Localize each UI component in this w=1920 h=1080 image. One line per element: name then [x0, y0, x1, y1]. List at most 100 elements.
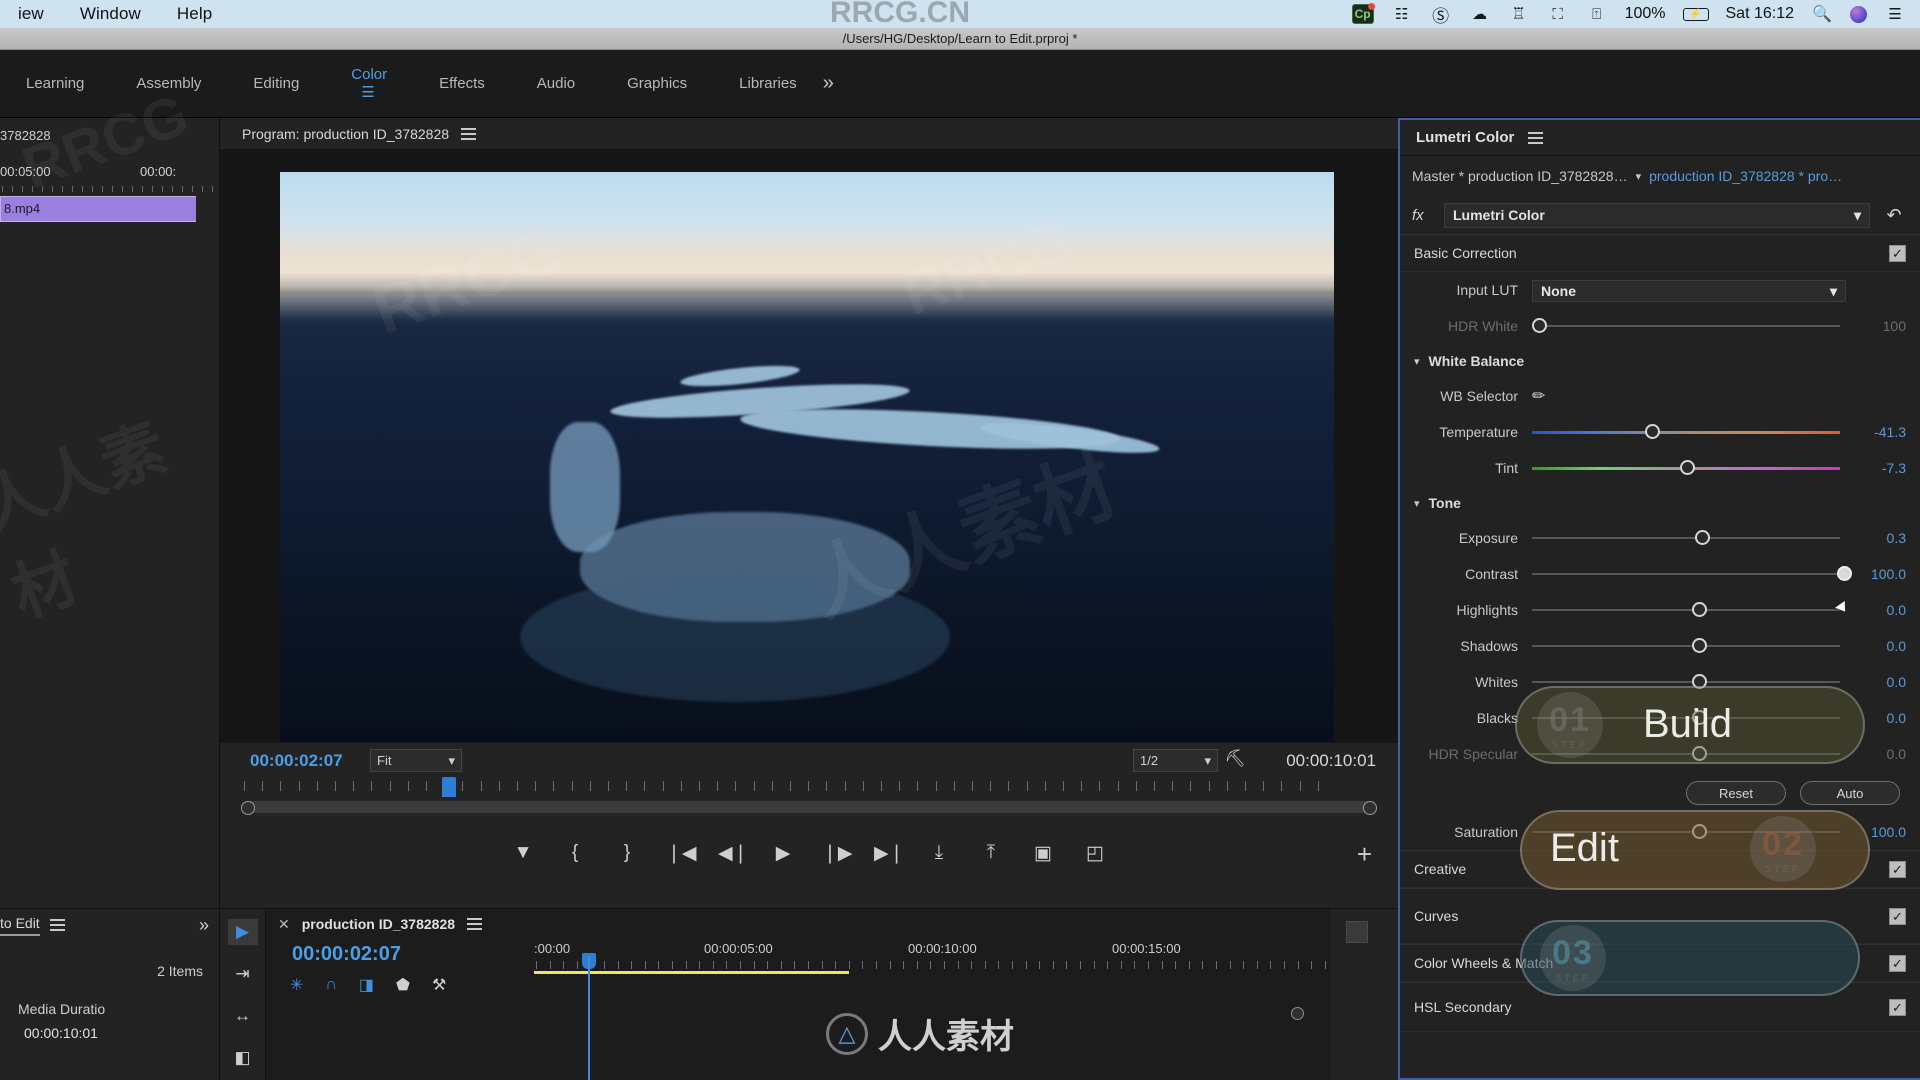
- siri-icon[interactable]: [1850, 5, 1867, 23]
- chevron-down-icon[interactable]: ▾: [1636, 170, 1642, 183]
- panel-menu-icon[interactable]: [461, 125, 477, 143]
- program-zoom-bar[interactable]: [241, 801, 1377, 815]
- export-frame-button[interactable]: ▣: [1030, 842, 1056, 865]
- selection-tool[interactable]: ▶: [227, 919, 258, 945]
- menu-view[interactable]: iew: [0, 4, 62, 24]
- reset-icon[interactable]: ↶: [1880, 205, 1908, 226]
- extract-button[interactable]: ⤒: [978, 842, 1004, 864]
- wb-selector-control[interactable]: ✏: [1532, 386, 1846, 406]
- zoom-level-select[interactable]: Fit ▾: [370, 749, 462, 772]
- timeline-settings-icon[interactable]: ⚒: [432, 975, 446, 995]
- saturation-value[interactable]: 100.0: [1846, 824, 1906, 840]
- hdr-white-value[interactable]: 100: [1846, 318, 1906, 334]
- marker-toggle[interactable]: ⬟: [396, 975, 410, 995]
- subsection-white-balance[interactable]: ▾ White Balance: [1400, 344, 1920, 378]
- temperature-slider[interactable]: [1532, 422, 1846, 442]
- timeline-ruler[interactable]: :00:00 00:00:05:00 00:00:10:00 00:00:15:…: [534, 941, 1340, 971]
- eyedropper-icon[interactable]: ✏: [1532, 388, 1545, 405]
- shadows-slider[interactable]: [1532, 636, 1846, 656]
- workspace-tab-color[interactable]: Color ☰: [325, 66, 413, 101]
- panel-menu-icon[interactable]: [49, 916, 65, 934]
- blacks-slider[interactable]: [1532, 708, 1846, 728]
- panel-menu-icon[interactable]: [467, 915, 483, 933]
- tint-slider[interactable]: [1532, 458, 1846, 478]
- comparison-view-button[interactable]: ◰: [1082, 842, 1108, 865]
- mark-in-button[interactable]: {: [562, 842, 588, 864]
- search-icon[interactable]: 🔍: [1811, 4, 1833, 24]
- slider-knob[interactable]: [1692, 710, 1708, 725]
- chevron-down-icon[interactable]: ▾: [1414, 497, 1420, 510]
- control-center-icon[interactable]: ☰: [1884, 4, 1906, 24]
- shadows-value[interactable]: 0.0: [1846, 638, 1906, 654]
- workspace-tab-graphics[interactable]: Graphics: [601, 75, 713, 92]
- hdr-white-slider[interactable]: [1532, 316, 1846, 336]
- hdr-specular-value[interactable]: 0.0: [1846, 746, 1906, 762]
- capture-one-icon[interactable]: Cp: [1351, 3, 1375, 24]
- exposure-slider[interactable]: [1532, 528, 1846, 548]
- go-to-out-button[interactable]: ▶❘: [874, 842, 905, 865]
- menu-bar-clock[interactable]: Sat 16:12: [1726, 5, 1795, 23]
- hdr-specular-slider[interactable]: [1532, 744, 1846, 764]
- input-lut-control[interactable]: None ▾: [1532, 280, 1846, 302]
- workspace-overflow-icon[interactable]: »: [823, 72, 1920, 95]
- section-enable-checkbox[interactable]: ✓: [1889, 244, 1906, 262]
- slider-knob[interactable]: [1695, 530, 1711, 545]
- playback-resolution-select[interactable]: 1/2 ▾: [1133, 749, 1218, 772]
- cloud-warning-icon[interactable]: ☁: [1469, 4, 1491, 24]
- subsection-tone[interactable]: ▾ Tone: [1400, 486, 1920, 520]
- play-stop-button[interactable]: ▶: [770, 842, 796, 865]
- program-current-timecode[interactable]: 00:00:02:07: [250, 751, 343, 771]
- contrast-value[interactable]: 100.0: [1846, 566, 1906, 582]
- menu-window[interactable]: Window: [62, 4, 159, 24]
- workspace-tab-learning[interactable]: Learning: [0, 75, 110, 92]
- temperature-value[interactable]: -41.3: [1846, 424, 1906, 440]
- program-scrubber[interactable]: [220, 777, 1398, 825]
- source-clip-bar[interactable]: 8.mp4: [0, 196, 196, 222]
- slider-knob[interactable]: [1692, 602, 1708, 617]
- slider-knob[interactable]: [1645, 424, 1661, 439]
- input-lut-select[interactable]: None ▾: [1532, 280, 1846, 302]
- track-select-forward-tool[interactable]: ⇥: [228, 961, 258, 987]
- timeline-zoom-handle[interactable]: [1291, 1007, 1304, 1020]
- highlights-value[interactable]: 0.0: [1846, 602, 1906, 618]
- project-panel-title[interactable]: to Edit: [0, 915, 40, 936]
- wrench-icon[interactable]: ⛏: [1224, 749, 1246, 769]
- ripple-edit-tool[interactable]: ↔: [228, 1003, 258, 1029]
- clip-link-label[interactable]: production ID_3782828 * pro…: [1649, 168, 1842, 184]
- malwarebytes-icon[interactable]: ♖: [1508, 4, 1530, 24]
- slider-knob[interactable]: [1692, 638, 1708, 653]
- section-color-wheels-match[interactable]: Color Wheels & Match ✓: [1400, 944, 1920, 982]
- video-frame[interactable]: RRCG 人人素材 RRCG: [280, 172, 1334, 772]
- program-video-area[interactable]: RRCG 人人素材 RRCG: [220, 150, 1398, 772]
- workspace-tab-editing[interactable]: Editing: [227, 75, 325, 92]
- network-icon[interactable]: ☷: [1391, 4, 1413, 24]
- section-enable-checkbox[interactable]: ✓: [1889, 954, 1906, 972]
- section-basic-correction[interactable]: Basic Correction ✓: [1400, 234, 1920, 272]
- section-curves[interactable]: Curves ✓: [1400, 888, 1920, 944]
- nest-toggle[interactable]: ✳: [290, 975, 303, 995]
- menu-help[interactable]: Help: [159, 4, 230, 24]
- slider-knob[interactable]: [1836, 566, 1852, 581]
- slider-knob[interactable]: [1679, 460, 1695, 475]
- chevron-down-icon[interactable]: ▾: [1414, 355, 1420, 368]
- workspace-tab-effects[interactable]: Effects: [413, 75, 511, 92]
- section-hsl-secondary[interactable]: HSL Secondary ✓: [1400, 982, 1920, 1032]
- chevron-double-right-icon[interactable]: »: [199, 915, 219, 936]
- slider-knob[interactable]: [1532, 318, 1547, 333]
- panel-menu-icon[interactable]: [1528, 129, 1544, 147]
- slider-knob[interactable]: [1692, 746, 1708, 761]
- auto-button[interactable]: Auto: [1800, 781, 1900, 805]
- section-enable-checkbox[interactable]: ✓: [1889, 860, 1906, 878]
- slip-tool[interactable]: ◧: [228, 1045, 258, 1071]
- close-icon[interactable]: ✕: [278, 916, 290, 933]
- whites-value[interactable]: 0.0: [1846, 674, 1906, 690]
- exposure-value[interactable]: 0.3: [1846, 530, 1906, 546]
- blacks-value[interactable]: 0.0: [1846, 710, 1906, 726]
- slider-knob[interactable]: [1692, 674, 1708, 689]
- shazam-icon[interactable]: Ⓢ: [1430, 4, 1452, 26]
- airplay-icon[interactable]: ⛶: [1547, 4, 1569, 24]
- workspace-tab-audio[interactable]: Audio: [511, 75, 601, 92]
- linked-selection-toggle[interactable]: ◨: [359, 975, 374, 995]
- workspace-tab-libraries[interactable]: Libraries: [713, 75, 823, 92]
- timeline-playhead[interactable]: [588, 957, 590, 1080]
